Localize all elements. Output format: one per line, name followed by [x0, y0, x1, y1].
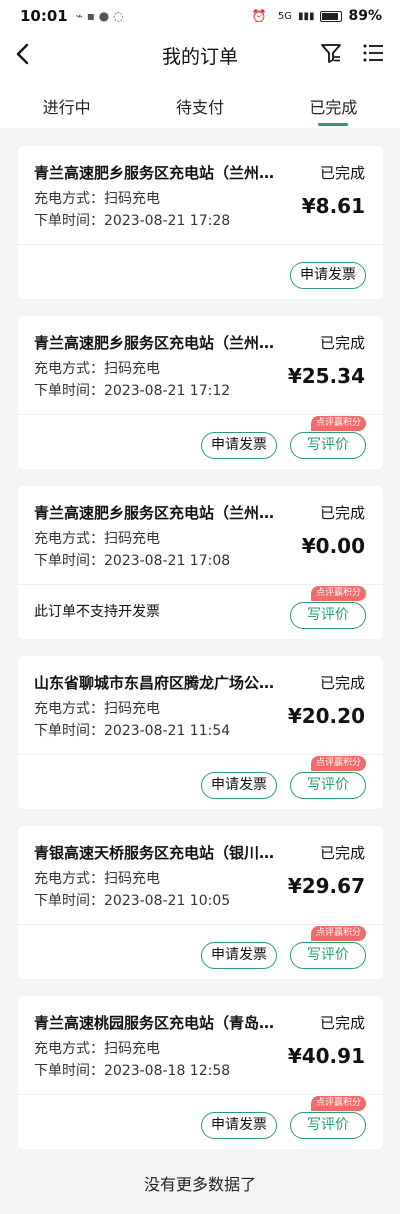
charge-method: 充电方式：扫码充电	[34, 528, 160, 548]
station-name: 青兰高速肥乡服务区充电站（兰州方向）	[34, 334, 279, 352]
method-label: 充电方式：	[34, 701, 104, 717]
filter-icon[interactable]	[320, 42, 342, 64]
status-bar: 10:01 ⌁ ▪ ● ◌ ⏰ 5G ▮▮▮ 89%	[0, 0, 400, 32]
divider	[18, 414, 383, 415]
charge-method: 充电方式：扫码充电	[34, 698, 160, 718]
write-review-button[interactable]: 写评价	[290, 1112, 366, 1139]
time-label: 下单时间：	[34, 1063, 104, 1079]
alarm-icon: ⏰	[251, 9, 267, 23]
signal-icon: 5G	[277, 10, 292, 22]
menu-list-icon[interactable]	[362, 42, 384, 64]
method-value: 扫码充电	[104, 1041, 160, 1057]
time-value: 2023-08-21 17:08	[104, 553, 231, 569]
order-time: 下单时间：2023-08-21 17:08	[34, 550, 230, 570]
order-card[interactable]: 山东省聊城市东昌府区腾龙广场公共充电站 已完成 充电方式：扫码充电 下单时间：2…	[18, 656, 383, 809]
divider	[18, 754, 383, 755]
order-time: 下单时间：2023-08-21 17:12	[34, 380, 230, 400]
no-more-data-text: 没有更多数据了	[143, 1175, 256, 1194]
write-review-button[interactable]: 写评价	[290, 942, 366, 969]
order-price: ¥25.34	[287, 364, 365, 388]
nav-bar: 我的订单	[0, 32, 400, 76]
review-reward-badge: 点评赢积分	[310, 756, 366, 771]
order-card[interactable]: 青兰高速肥乡服务区充电站（兰州方向） 已完成 充电方式：扫码充电 下单时间：20…	[18, 486, 383, 639]
invoice-button[interactable]: 申请发票	[201, 432, 277, 459]
time-value: 2023-08-21 17:12	[104, 383, 231, 399]
method-label: 充电方式：	[34, 531, 104, 547]
station-name: 青银高速天桥服务区充电站（银川方向）	[34, 844, 279, 862]
order-tabs: 进行中 待支付 已完成	[0, 76, 400, 128]
method-label: 充电方式：	[34, 871, 104, 887]
charge-method: 充电方式：扫码充电	[34, 1038, 160, 1058]
method-label: 充电方式：	[34, 361, 104, 377]
invoice-button[interactable]: 申请发票	[201, 942, 277, 969]
time-value: 2023-08-21 17:28	[104, 213, 231, 229]
order-time: 下单时间：2023-08-21 17:28	[34, 210, 230, 230]
time-label: 下单时间：	[34, 893, 104, 909]
no-invoice-note: 此订单不支持开发票	[34, 604, 160, 620]
review-reward-badge: 点评赢积分	[310, 416, 366, 431]
write-review-button[interactable]: 写评价	[290, 432, 366, 459]
order-card[interactable]: 青银高速天桥服务区充电站（银川方向） 已完成 充电方式：扫码充电 下单时间：20…	[18, 826, 383, 979]
order-price: ¥29.67	[287, 874, 365, 898]
order-price: ¥8.61	[301, 194, 365, 218]
invoice-button[interactable]: 申请发票	[201, 772, 277, 799]
time-label: 下单时间：	[34, 553, 104, 569]
time-value: 2023-08-18 12:58	[104, 1063, 231, 1079]
review-reward-badge: 点评赢积分	[310, 926, 366, 941]
order-status: 已完成	[319, 164, 365, 182]
station-name: 青兰高速肥乡服务区充电站（兰州方向）	[34, 164, 279, 182]
divider	[18, 244, 383, 245]
divider	[18, 584, 383, 585]
tab-pending-payment[interactable]: 待支付	[133, 76, 266, 128]
method-label: 充电方式：	[34, 191, 104, 207]
method-value: 扫码充电	[104, 191, 160, 207]
review-reward-badge: 点评赢积分	[310, 586, 366, 601]
review-reward-badge: 点评赢积分	[310, 1096, 366, 1111]
signal-bars-icon: ▮▮▮	[297, 10, 315, 22]
order-price: ¥20.20	[287, 704, 365, 728]
order-card[interactable]: 青兰高速肥乡服务区充电站（兰州方向） 已完成 充电方式：扫码充电 下单时间：20…	[18, 146, 383, 299]
notification-icons: ⌁ ▪ ● ◌	[75, 9, 124, 23]
method-value: 扫码充电	[104, 871, 160, 887]
order-price: ¥0.00	[301, 534, 365, 558]
method-value: 扫码充电	[104, 361, 160, 377]
time-label: 下单时间：	[34, 723, 104, 739]
invoice-button[interactable]: 申请发票	[290, 262, 366, 289]
write-review-button[interactable]: 写评价	[290, 602, 366, 629]
station-name: 青兰高速肥乡服务区充电站（兰州方向）	[34, 504, 279, 522]
order-status: 已完成	[319, 674, 365, 692]
battery-percent: 89%	[348, 8, 382, 24]
order-status: 已完成	[319, 334, 365, 352]
battery-icon	[320, 10, 343, 22]
order-time: 下单时间：2023-08-21 10:05	[34, 890, 230, 910]
station-name: 山东省聊城市东昌府区腾龙广场公共充电站	[34, 674, 279, 692]
station-name: 青兰高速桃园服务区充电站（青岛方向）	[34, 1014, 279, 1032]
method-value: 扫码充电	[104, 701, 160, 717]
time-value: 2023-08-21 10:05	[104, 893, 231, 909]
order-time: 下单时间：2023-08-18 12:58	[34, 1060, 230, 1080]
tab-in-progress[interactable]: 进行中	[0, 76, 133, 128]
status-time: 10:01	[20, 7, 68, 25]
method-label: 充电方式：	[34, 1041, 104, 1057]
order-time: 下单时间：2023-08-21 11:54	[34, 720, 230, 740]
order-status: 已完成	[319, 844, 365, 862]
invoice-button[interactable]: 申请发票	[201, 1112, 277, 1139]
order-price: ¥40.91	[287, 1044, 365, 1068]
order-status: 已完成	[319, 1014, 365, 1032]
status-right: ⏰ 5G ▮▮▮ 89%	[252, 8, 382, 24]
divider	[18, 1094, 383, 1095]
order-status: 已完成	[319, 504, 365, 522]
time-label: 下单时间：	[34, 213, 104, 229]
order-card[interactable]: 青兰高速桃园服务区充电站（青岛方向） 已完成 充电方式：扫码充电 下单时间：20…	[18, 996, 383, 1149]
time-label: 下单时间：	[34, 383, 104, 399]
write-review-button[interactable]: 写评价	[290, 772, 366, 799]
time-value: 2023-08-21 11:54	[104, 723, 231, 739]
method-value: 扫码充电	[104, 531, 160, 547]
tab-completed[interactable]: 已完成	[267, 76, 400, 128]
charge-method: 充电方式：扫码充电	[34, 868, 160, 888]
charge-method: 充电方式：扫码充电	[34, 188, 160, 208]
divider	[18, 924, 383, 925]
charge-method: 充电方式：扫码充电	[34, 358, 160, 378]
order-card[interactable]: 青兰高速肥乡服务区充电站（兰州方向） 已完成 充电方式：扫码充电 下单时间：20…	[18, 316, 383, 469]
